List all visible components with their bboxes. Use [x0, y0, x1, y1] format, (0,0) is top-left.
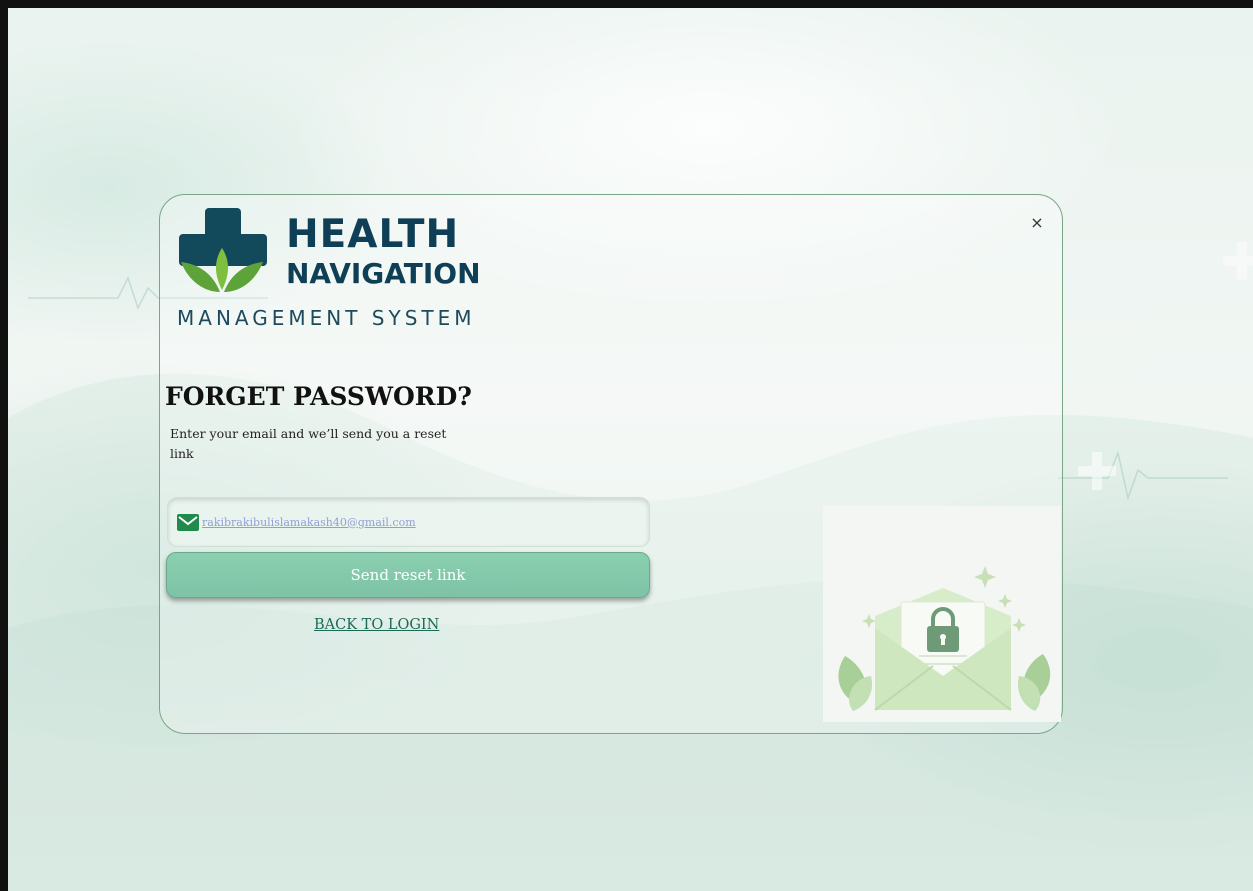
email-field[interactable]: [167, 497, 650, 547]
mail-icon: [177, 514, 199, 531]
page-title: FORGET PASSWORD?: [165, 382, 472, 411]
medical-cross-leaf-icon: [179, 208, 267, 292]
brand-name-line1: HEALTH: [286, 212, 460, 257]
envelope-lock-illustration: [823, 506, 1061, 722]
brand-tagline: MANAGEMENT SYSTEM: [177, 306, 476, 330]
envelope-lock-icon: [838, 566, 1051, 711]
close-icon[interactable]: ×: [1027, 213, 1047, 233]
brand-name-line2: NAVIGATION: [286, 257, 481, 290]
page-background: × HEALTH NAVIGATION MANAGEMENT SYSTEM FO…: [8, 8, 1253, 891]
email-input[interactable]: [202, 512, 622, 532]
send-reset-link-button[interactable]: Send reset link: [166, 552, 650, 598]
forgot-password-card: × HEALTH NAVIGATION MANAGEMENT SYSTEM FO…: [159, 194, 1063, 734]
brand-logo: HEALTH NAVIGATION MANAGEMENT SYSTEM: [175, 204, 505, 329]
back-to-login-link[interactable]: BACK TO LOGIN: [314, 617, 459, 633]
page-subtitle: Enter your email and we’ll send you a re…: [170, 426, 447, 461]
